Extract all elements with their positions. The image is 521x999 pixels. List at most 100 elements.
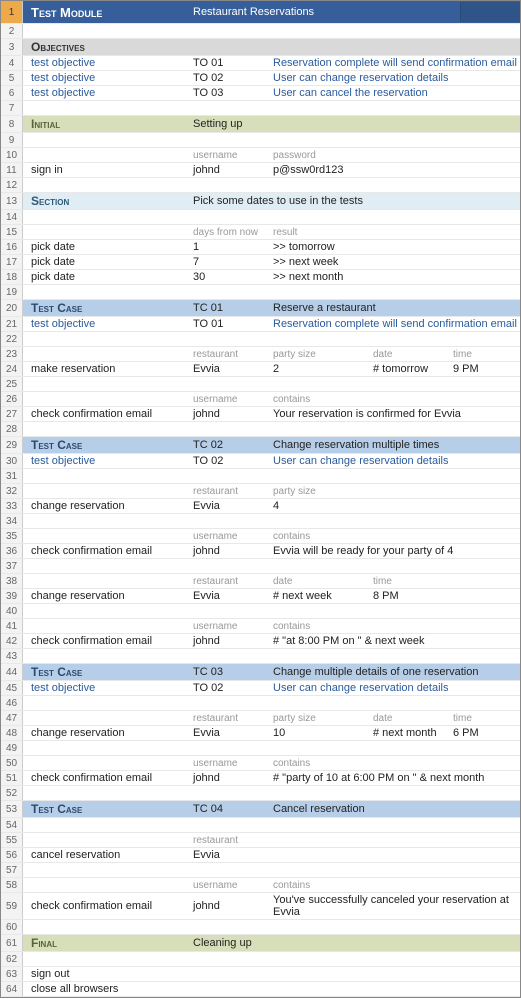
row-number[interactable]: 15 bbox=[1, 225, 23, 239]
row-45[interactable]: 45test objectiveTO 02User can change res… bbox=[1, 681, 520, 696]
row-number[interactable]: 22 bbox=[1, 332, 23, 346]
row-8[interactable]: 8InitialSetting up bbox=[1, 116, 520, 133]
cell-b[interactable]: restaurant bbox=[193, 576, 273, 587]
cell-b[interactable]: johnd bbox=[193, 408, 273, 420]
cell-b[interactable]: 7 bbox=[193, 256, 273, 268]
row-number[interactable]: 61 bbox=[1, 935, 23, 951]
row-11[interactable]: 11sign injohndp@ssw0rd123 bbox=[1, 163, 520, 178]
row-number[interactable]: 3 bbox=[1, 39, 23, 55]
row-number[interactable]: 1 bbox=[1, 1, 23, 23]
row-number[interactable]: 62 bbox=[1, 952, 23, 966]
cell-b[interactable]: johnd bbox=[193, 545, 273, 557]
cell-a[interactable]: Test Case bbox=[23, 665, 193, 679]
cell-c[interactable]: party size bbox=[273, 486, 373, 497]
row-number[interactable]: 53 bbox=[1, 801, 23, 817]
row-56[interactable]: 56cancel reservationEvvia bbox=[1, 848, 520, 863]
cell-b[interactable]: Evvia bbox=[193, 727, 273, 739]
row-17[interactable]: 17pick date7>> next week bbox=[1, 255, 520, 270]
cell-c[interactable]: contains bbox=[273, 880, 373, 891]
row-64[interactable]: 64close all browsers bbox=[1, 982, 520, 997]
cell-b[interactable]: TO 03 bbox=[193, 87, 273, 99]
cell-d[interactable]: date bbox=[373, 349, 453, 360]
row-13[interactable]: 13SectionPick some dates to use in the t… bbox=[1, 193, 520, 210]
row-51[interactable]: 51check confirmation emailjohnd# "party … bbox=[1, 771, 520, 786]
cell-d[interactable]: date bbox=[373, 713, 453, 724]
row-number[interactable]: 27 bbox=[1, 407, 23, 421]
cell-a[interactable]: check confirmation email bbox=[23, 772, 193, 784]
row-number[interactable]: 13 bbox=[1, 193, 23, 209]
cell-a[interactable]: Test Case bbox=[23, 802, 193, 816]
cell-c[interactable]: contains bbox=[273, 394, 373, 405]
cell-c[interactable]: date bbox=[273, 576, 373, 587]
row-12[interactable]: 12 bbox=[1, 178, 520, 193]
row-9[interactable]: 9 bbox=[1, 133, 520, 148]
cell-a[interactable]: Test Case bbox=[23, 301, 193, 315]
cell-c[interactable]: User can change reservation details bbox=[273, 72, 520, 84]
cell-d[interactable]: 8 PM bbox=[373, 590, 453, 602]
cell-a[interactable]: change reservation bbox=[23, 500, 193, 512]
cell-c[interactable]: Change multiple details of one reservati… bbox=[273, 666, 520, 678]
cell-a[interactable]: test objective bbox=[23, 57, 193, 69]
cell-a[interactable]: sign out bbox=[23, 968, 193, 980]
cell-c[interactable]: >> next month bbox=[273, 271, 373, 283]
row-number[interactable]: 25 bbox=[1, 377, 23, 391]
row-55[interactable]: 55restaurant bbox=[1, 833, 520, 848]
row-number[interactable]: 35 bbox=[1, 529, 23, 543]
cell-a[interactable]: pick date bbox=[23, 256, 193, 268]
row-24[interactable]: 24make reservationEvvia2# tomorrow9 PM bbox=[1, 362, 520, 377]
row-21[interactable]: 21test objectiveTO 01Reservation complet… bbox=[1, 317, 520, 332]
cell-a[interactable]: Initial bbox=[23, 117, 193, 131]
row-28[interactable]: 28 bbox=[1, 422, 520, 437]
cell-a[interactable]: Test Case bbox=[23, 438, 193, 452]
row-number[interactable]: 12 bbox=[1, 178, 23, 192]
row-4[interactable]: 4test objectiveTO 01Reservation complete… bbox=[1, 56, 520, 71]
row-52[interactable]: 52 bbox=[1, 786, 520, 801]
row-number[interactable]: 26 bbox=[1, 392, 23, 406]
row-number[interactable]: 41 bbox=[1, 619, 23, 633]
row-number[interactable]: 56 bbox=[1, 848, 23, 862]
cell-b[interactable]: Pick some dates to use in the tests bbox=[193, 195, 520, 207]
row-number[interactable]: 24 bbox=[1, 362, 23, 376]
row-22[interactable]: 22 bbox=[1, 332, 520, 347]
row-6[interactable]: 6test objectiveTO 03User can cancel the … bbox=[1, 86, 520, 101]
row-50[interactable]: 50usernamecontains bbox=[1, 756, 520, 771]
cell-a[interactable]: Section bbox=[23, 194, 193, 208]
row-number[interactable]: 52 bbox=[1, 786, 23, 800]
row-number[interactable]: 54 bbox=[1, 818, 23, 832]
row-41[interactable]: 41usernamecontains bbox=[1, 619, 520, 634]
cell-a[interactable]: test objective bbox=[23, 682, 193, 694]
cell-c[interactable]: Change reservation multiple times bbox=[273, 439, 520, 451]
row-number[interactable]: 8 bbox=[1, 116, 23, 132]
row-number[interactable]: 20 bbox=[1, 300, 23, 316]
row-number[interactable]: 42 bbox=[1, 634, 23, 648]
spreadsheet[interactable]: 1Test ModuleRestaurant Reservations23Obj… bbox=[0, 0, 521, 998]
row-34[interactable]: 34 bbox=[1, 514, 520, 529]
row-33[interactable]: 33change reservationEvvia4 bbox=[1, 499, 520, 514]
cell-c[interactable]: # next week bbox=[273, 590, 373, 602]
cell-b[interactable]: 30 bbox=[193, 271, 273, 283]
cell-a[interactable]: Final bbox=[23, 936, 193, 950]
cell-b[interactable]: Evvia bbox=[193, 500, 273, 512]
cell-b[interactable]: days from now bbox=[193, 227, 273, 238]
cell-a[interactable]: test objective bbox=[23, 87, 193, 99]
cell-c[interactable]: User can change reservation details bbox=[273, 455, 520, 467]
row-number[interactable]: 2 bbox=[1, 24, 23, 38]
cell-c[interactable]: p@ssw0rd123 bbox=[273, 164, 373, 176]
cell-b[interactable]: Setting up bbox=[193, 118, 273, 130]
cell-d[interactable]: time bbox=[373, 576, 453, 587]
row-14[interactable]: 14 bbox=[1, 210, 520, 225]
row-number[interactable]: 4 bbox=[1, 56, 23, 70]
row-20[interactable]: 20Test CaseTC 01Reserve a restaurant bbox=[1, 300, 520, 317]
row-number[interactable]: 21 bbox=[1, 317, 23, 331]
cell-b[interactable]: Evvia bbox=[193, 363, 273, 375]
cell-a[interactable]: test objective bbox=[23, 72, 193, 84]
row-63[interactable]: 63sign out bbox=[1, 967, 520, 982]
row-40[interactable]: 40 bbox=[1, 604, 520, 619]
cell-c[interactable]: contains bbox=[273, 531, 373, 542]
cell-a[interactable]: check confirmation email bbox=[23, 900, 193, 912]
cell-c[interactable]: # "party of 10 at 6:00 PM on " & next mo… bbox=[273, 772, 520, 784]
cell-d[interactable]: # tomorrow bbox=[373, 363, 453, 375]
row-number[interactable]: 5 bbox=[1, 71, 23, 85]
row-27[interactable]: 27check confirmation emailjohndYour rese… bbox=[1, 407, 520, 422]
cell-a[interactable]: check confirmation email bbox=[23, 408, 193, 420]
